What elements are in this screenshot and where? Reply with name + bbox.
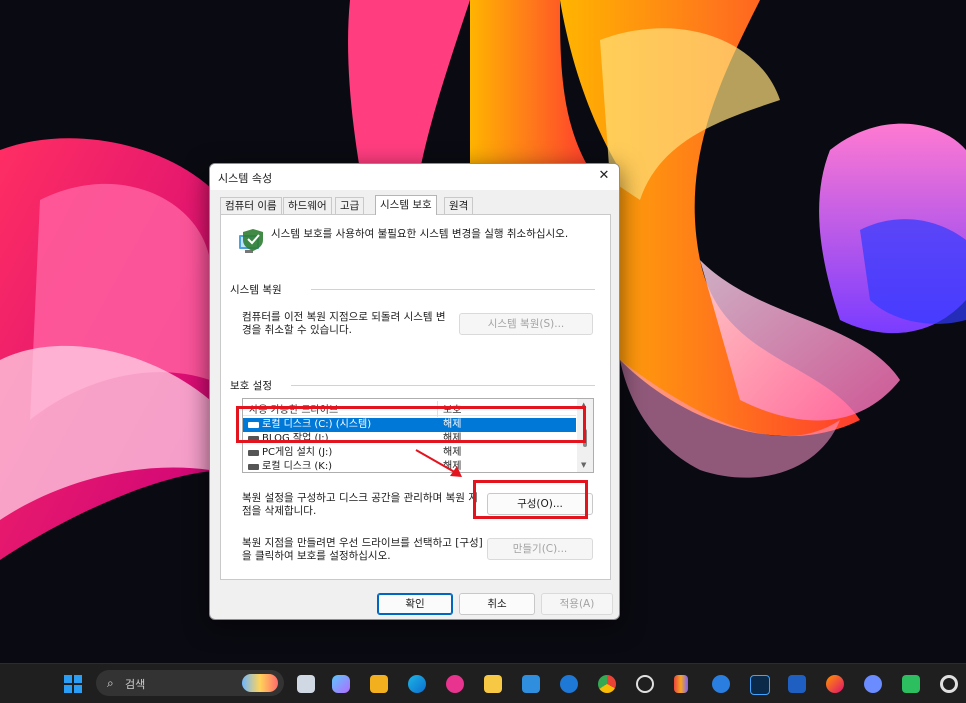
drive-icon [248,450,259,456]
group-divider [291,385,595,386]
restore-group-label: 시스템 복원 [230,282,286,297]
taskbar: ⌕ 검색 [0,663,966,703]
scroll-down-icon[interactable]: ▼ [581,461,586,469]
app-icon[interactable] [864,675,882,693]
tab-system-protection[interactable]: 시스템 보호 [375,195,437,215]
app-icon[interactable] [674,675,688,693]
system-protection-panel: 시스템 보호를 사용하여 불필요한 시스템 변경을 실행 취소하십시오. 시스템… [220,214,611,580]
search-highlight-icon [242,674,278,692]
file-explorer-icon[interactable] [484,675,502,693]
lightroom-icon[interactable] [750,675,770,695]
restore-description: 컴퓨터를 이전 복원 지점으로 되돌려 시스템 변경을 취소할 수 있습니다. [242,311,446,336]
annotation-highlight-configure-button [473,480,588,519]
tab-remote[interactable]: 원격 [444,197,474,214]
configure-description: 복원 설정을 구성하고 디스크 공간을 관리하며 복원 지점을 삭제합니다. [242,492,478,517]
drive-row[interactable]: 로컬 디스크 (K:) 해제 [243,460,576,472]
intro-text: 시스템 보호를 사용하여 불필요한 시스템 변경을 실행 취소하십시오. [271,228,569,240]
group-divider [311,289,595,290]
start-icon[interactable] [64,675,82,693]
create-description: 복원 지점을 만들려면 우선 드라이브를 선택하고 [구성]을 클릭하여 보호를… [242,537,483,562]
search-icon: ⌕ [107,676,114,690]
system-protection-icon [239,229,263,253]
app-icon[interactable] [446,675,464,693]
chrome-icon[interactable] [598,675,616,693]
system-properties-dialog: 시스템 속성 ✕ 컴퓨터 이름 하드웨어 고급 시스템 보호 원격 시스템 보호… [209,163,620,620]
drive-row[interactable]: PC게임 설치 (J:) 해제 [243,446,576,460]
copilot-icon[interactable] [332,675,350,693]
cancel-button[interactable]: 취소 [459,593,535,615]
evernote-icon[interactable] [902,675,920,693]
annotation-arrow-icon [415,449,462,477]
todo-icon[interactable] [712,675,730,693]
dialog-title: 시스템 속성 [218,172,273,185]
create-button[interactable]: 만들기(C)... [487,538,593,560]
taskbar-search-box[interactable]: ⌕ 검색 [96,670,284,696]
drive-name: PC게임 설치 (J:) [262,447,333,458]
edge-icon[interactable] [408,675,426,693]
drive-name: 로컬 디스크 (K:) [262,461,333,472]
store-icon[interactable] [370,675,388,693]
notepad-icon[interactable] [522,675,540,693]
protection-group-label: 보호 설정 [230,378,276,393]
drive-icon [248,464,259,470]
close-icon[interactable]: ✕ [589,164,619,190]
firefox-icon[interactable] [826,675,844,693]
annotation-highlight-selected-drive [236,406,586,443]
apply-button[interactable]: 적용(A) [541,593,613,615]
tab-hardware[interactable]: 하드웨어 [283,197,332,214]
tab-computer-name[interactable]: 컴퓨터 이름 [220,197,282,214]
tab-advanced[interactable]: 고급 [335,197,365,214]
app-icon[interactable] [636,675,654,693]
task-view-icon[interactable] [297,675,315,693]
system-restore-button[interactable]: 시스템 복원(S)... [459,313,593,335]
dialog-titlebar[interactable]: 시스템 속성 ✕ [210,164,619,190]
app-icon[interactable] [940,675,958,693]
search-placeholder: 검색 [125,678,146,691]
app-icon[interactable] [560,675,578,693]
ok-button[interactable]: 확인 [377,593,453,615]
word-icon[interactable] [788,675,806,693]
